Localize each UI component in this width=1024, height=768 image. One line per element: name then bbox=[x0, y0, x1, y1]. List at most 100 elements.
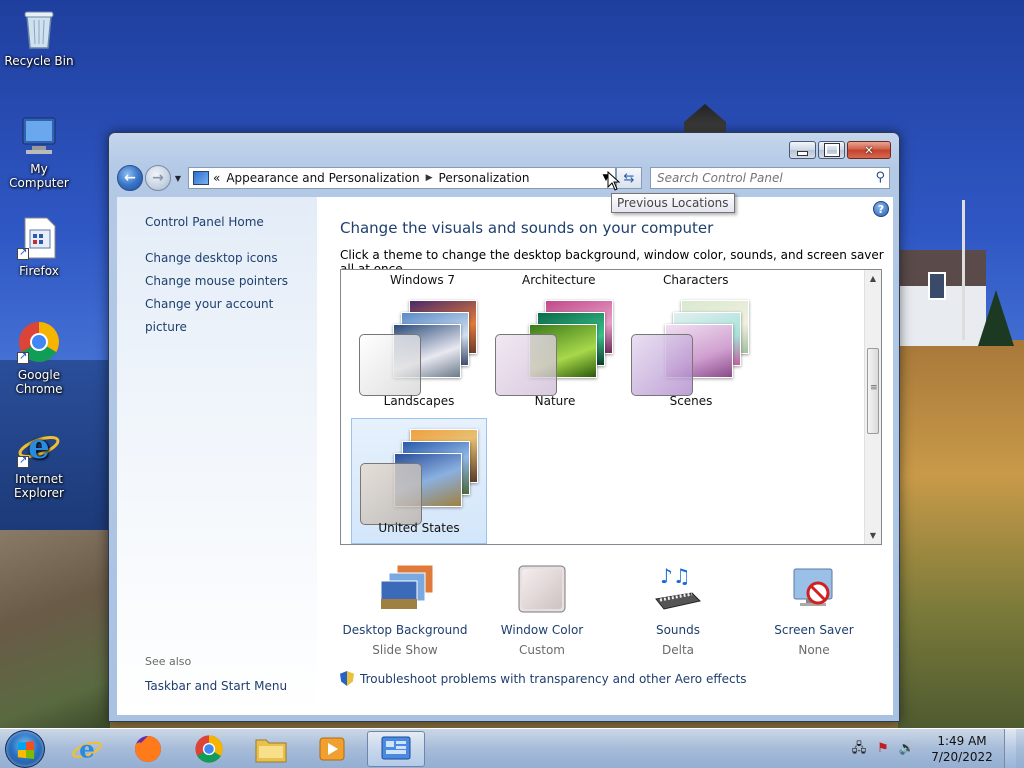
theme-label-characters[interactable]: Characters bbox=[663, 273, 729, 287]
theme-label-architecture[interactable]: Architecture bbox=[522, 273, 595, 287]
window-content: Control Panel Home Change desktop icons … bbox=[117, 197, 893, 715]
scrollbar-thumb[interactable] bbox=[867, 348, 879, 434]
search-input[interactable] bbox=[657, 171, 867, 185]
theme-name: Landscapes bbox=[383, 394, 455, 408]
desktop-background-option[interactable]: Desktop Background Slide Show bbox=[340, 563, 470, 659]
clock[interactable]: 1:49 AM 7/20/2022 bbox=[930, 733, 994, 765]
theme-united-states[interactable]: United States bbox=[351, 418, 487, 544]
screen-saver-link[interactable]: Screen Saver bbox=[749, 621, 879, 639]
desktop-icon-label: Internet Explorer bbox=[14, 472, 64, 500]
window-color-link[interactable]: Window Color bbox=[477, 621, 607, 639]
help-icon: ? bbox=[877, 203, 885, 216]
breadcrumb-personalization[interactable]: Personalization bbox=[439, 171, 530, 185]
shortcut-arrow-icon bbox=[17, 246, 29, 260]
troubleshoot-row: Troubleshoot problems with transparency … bbox=[340, 671, 747, 686]
theme-label-windows-7[interactable]: Windows 7 bbox=[390, 273, 455, 287]
theme-name: United States bbox=[378, 521, 460, 535]
mouse-cursor-icon bbox=[607, 171, 621, 191]
theme-list[interactable]: Windows 7 Architecture Characters Landsc… bbox=[340, 269, 882, 545]
wallpaper-rocks bbox=[0, 530, 110, 728]
control-panel-icon bbox=[193, 171, 209, 185]
back-arrow-icon: ← bbox=[124, 170, 136, 186]
control-panel-icon bbox=[381, 736, 411, 760]
start-button[interactable] bbox=[5, 730, 45, 768]
address-bar[interactable]: « Appearance and Personalization ▶ Perso… bbox=[188, 167, 616, 189]
maximize-button[interactable] bbox=[818, 141, 845, 159]
window-color-icon bbox=[516, 563, 568, 615]
taskbar-chrome[interactable] bbox=[180, 731, 238, 767]
wallpaper-field bbox=[898, 340, 1024, 728]
file-shortcut-icon bbox=[17, 216, 61, 260]
change-desktop-icons-link[interactable]: Change desktop icons bbox=[145, 247, 317, 270]
internet-explorer-icon: e bbox=[72, 735, 102, 764]
desktop-icon-google-chrome[interactable]: Google Chrome bbox=[0, 320, 78, 396]
change-mouse-pointers-link[interactable]: Change mouse pointers bbox=[145, 270, 317, 293]
sounds-link[interactable]: Sounds bbox=[613, 621, 743, 639]
desktop-icon-my-computer[interactable]: My Computer bbox=[0, 114, 78, 190]
partial-theme-labels: Windows 7 Architecture Characters bbox=[341, 273, 865, 289]
desktop-icon-label: My Computer bbox=[9, 162, 69, 190]
sounds-value: Delta bbox=[661, 643, 694, 657]
theme-landscapes[interactable]: Landscapes bbox=[351, 290, 487, 416]
file-explorer-icon bbox=[255, 739, 287, 763]
theme-nature[interactable]: Nature bbox=[487, 290, 623, 416]
close-icon: ✕ bbox=[864, 143, 874, 157]
svg-text:e: e bbox=[79, 735, 95, 764]
back-button[interactable]: ← bbox=[117, 165, 143, 191]
taskbar-start-menu-link[interactable]: Taskbar and Start Menu bbox=[145, 675, 287, 698]
desktop-background-value: Slide Show bbox=[372, 643, 438, 657]
desktop-icon-internet-explorer[interactable]: e Internet Explorer bbox=[0, 424, 78, 500]
refresh-icon: ⇆ bbox=[623, 170, 635, 186]
desktop-background-link[interactable]: Desktop Background bbox=[340, 621, 470, 639]
desktop-background-icon bbox=[379, 563, 434, 615]
computer-icon bbox=[17, 114, 61, 158]
breadcrumb-separator-icon[interactable]: ▶ bbox=[426, 173, 433, 183]
breadcrumb-overflow[interactable]: « bbox=[213, 171, 220, 185]
close-button[interactable]: ✕ bbox=[847, 141, 891, 159]
search-icon: ⚲ bbox=[875, 170, 885, 185]
desktop-icon-recycle-bin[interactable]: Recycle Bin bbox=[0, 6, 78, 68]
minimize-button[interactable] bbox=[789, 141, 816, 159]
personalization-window[interactable]: ✕ ← → ▼ « Appearance and Personalization… bbox=[108, 132, 900, 722]
volume-icon[interactable]: 🔊 bbox=[898, 741, 916, 757]
task-pane: Control Panel Home Change desktop icons … bbox=[117, 197, 317, 715]
minimize-icon bbox=[790, 142, 815, 158]
change-account-picture-link[interactable]: Change your account picture bbox=[145, 293, 317, 339]
scroll-down-arrow-icon[interactable]: ▼ bbox=[865, 527, 881, 544]
shortcut-arrow-icon bbox=[17, 350, 29, 364]
action-center-flag-icon[interactable]: ⚑ bbox=[874, 741, 892, 757]
desktop-icon-firefox[interactable]: Firefox bbox=[0, 216, 78, 278]
system-tray: 🖧 ⚑ 🔊 1:49 AM 7/20/2022 bbox=[844, 729, 1016, 768]
taskbar-control-panel[interactable] bbox=[367, 731, 425, 767]
clock-date: 7/20/2022 bbox=[931, 750, 993, 764]
control-panel-home-link[interactable]: Control Panel Home bbox=[145, 211, 317, 234]
screen-saver-option[interactable]: Screen Saver None bbox=[749, 563, 879, 659]
show-desktop-button[interactable] bbox=[1004, 729, 1016, 768]
theme-name: Scenes bbox=[669, 394, 713, 408]
sounds-option[interactable]: ♪♫ Sounds Delta bbox=[613, 563, 743, 659]
help-button[interactable]: ? bbox=[873, 201, 889, 217]
svg-text:♪♫: ♪♫ bbox=[660, 564, 691, 588]
theme-preview-icon bbox=[360, 429, 478, 525]
network-icon[interactable]: 🖧 bbox=[850, 741, 868, 757]
breadcrumb-appearance[interactable]: Appearance and Personalization bbox=[226, 171, 419, 185]
wallpaper-house-window bbox=[928, 272, 946, 300]
taskbar-media-player[interactable] bbox=[303, 731, 361, 767]
taskbar-file-explorer[interactable] bbox=[242, 731, 300, 767]
taskbar-firefox[interactable] bbox=[119, 731, 177, 767]
svg-text:e: e bbox=[28, 427, 50, 467]
main-pane: ? Change the visuals and sounds on your … bbox=[317, 197, 893, 715]
firefox-icon bbox=[135, 736, 161, 762]
theme-scenes[interactable]: Scenes bbox=[623, 290, 759, 416]
window-color-option[interactable]: Window Color Custom bbox=[477, 563, 607, 659]
recent-pages-dropdown[interactable]: ▼ bbox=[172, 165, 184, 191]
search-box[interactable]: ⚲ bbox=[650, 167, 890, 189]
troubleshoot-aero-link[interactable]: Troubleshoot problems with transparency … bbox=[360, 672, 747, 686]
screen-saver-icon bbox=[788, 563, 840, 615]
scroll-up-arrow-icon[interactable]: ▲ bbox=[865, 270, 881, 287]
wallpaper-lighthouse bbox=[684, 104, 726, 134]
taskbar-internet-explorer[interactable]: e bbox=[58, 731, 116, 767]
theme-preview-icon bbox=[631, 300, 749, 396]
forward-button[interactable]: → bbox=[145, 165, 171, 191]
theme-list-scrollbar[interactable]: ▲ ▼ bbox=[864, 270, 881, 544]
